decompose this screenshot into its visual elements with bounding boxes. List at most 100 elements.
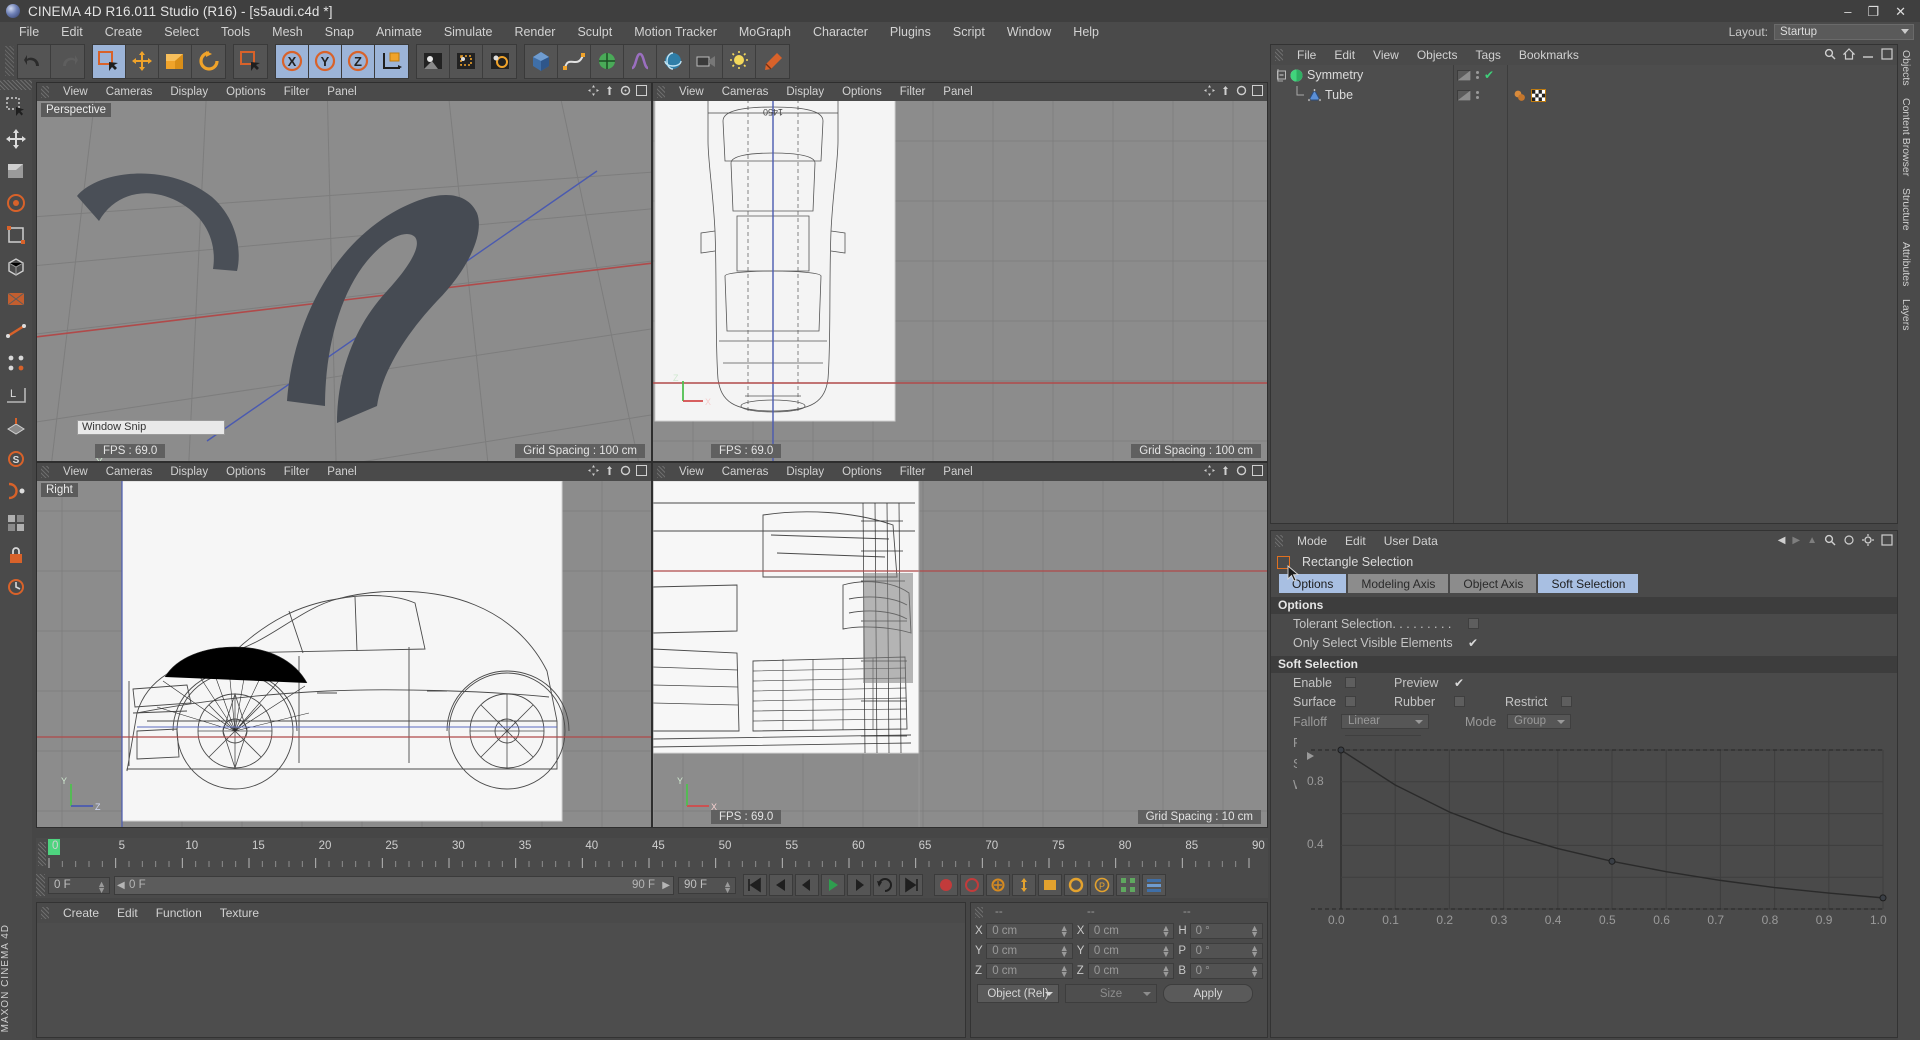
viewport-menu-display[interactable]: Display	[161, 466, 217, 478]
end-frame-field[interactable]: 90 F ▲ ▼	[678, 876, 736, 894]
render-region-button[interactable]	[450, 44, 483, 78]
render-settings-button[interactable]	[483, 44, 516, 78]
surface-checkbox[interactable]	[1345, 696, 1356, 707]
viewport-grip[interactable]	[41, 86, 49, 98]
current-frame-field[interactable]: 0 F ▲ ▼	[48, 876, 110, 894]
spinner-icon[interactable]: ▲▼	[1060, 924, 1069, 939]
lock-icon-button[interactable]	[0, 539, 31, 570]
viewport-menu-options[interactable]: Options	[217, 466, 275, 478]
viewport-menu-cameras[interactable]: Cameras	[713, 466, 778, 478]
search-icon[interactable]	[1824, 534, 1836, 546]
autokeying-button[interactable]	[960, 874, 984, 896]
menu-item-render[interactable]: Render	[503, 22, 566, 42]
gear-icon[interactable]	[1862, 534, 1874, 546]
home-icon[interactable]	[1843, 48, 1855, 60]
workplane-mode[interactable]	[0, 411, 31, 442]
live-selection-button[interactable]	[234, 44, 267, 78]
viewport-menu-view[interactable]: View	[670, 86, 713, 98]
add-cube-button[interactable]	[525, 44, 558, 78]
enable-axis[interactable]: S	[0, 443, 31, 474]
viewport-menu-panel[interactable]: Panel	[934, 466, 981, 478]
play-forward-button[interactable]	[821, 874, 845, 896]
dock-tab-layers[interactable]: Layers	[1898, 293, 1914, 337]
scale-tool[interactable]	[0, 155, 31, 186]
menu-item-file[interactable]: File	[8, 22, 50, 42]
front-viewport[interactable]: View Cameras Display Options Filter Pane…	[652, 462, 1268, 828]
scale-tool-button[interactable]	[159, 44, 192, 78]
attribute-manager-grip[interactable]	[1275, 535, 1283, 547]
viewport-grip[interactable]	[41, 466, 49, 478]
top-viewport-canvas[interactable]: 1450 Z X FPS : 69.0 Grid Spacing : 100 c…	[653, 101, 1267, 461]
visibility-dots-icon[interactable]	[1476, 91, 1479, 99]
tolerant-selection-row[interactable]: Tolerant Selection. . . . . . . . .	[1271, 614, 1897, 633]
attribute-tab-object-axis[interactable]: Object Axis	[1450, 574, 1537, 593]
redo-button[interactable]	[51, 44, 84, 78]
object-menu-view[interactable]: View	[1364, 48, 1408, 62]
viewport-menu-view[interactable]: View	[670, 466, 713, 478]
object-row[interactable]: Symmetry ✔	[1271, 65, 1897, 85]
viewport-grip[interactable]	[657, 86, 665, 98]
add-camera-button[interactable]	[690, 44, 723, 78]
menu-item-window[interactable]: Window	[996, 22, 1062, 42]
rotation-key-button[interactable]	[1064, 874, 1088, 896]
goto-start-button[interactable]	[743, 874, 767, 896]
object-menu-tags[interactable]: Tags	[1467, 48, 1510, 62]
record-active-objects-button[interactable]	[934, 874, 958, 896]
menu-item-mesh[interactable]: Mesh	[261, 22, 314, 42]
object-manager-grip[interactable]	[1275, 49, 1283, 61]
attribute-tab-modeling-axis[interactable]: Modeling Axis	[1348, 574, 1449, 593]
menu-item-edit[interactable]: Edit	[50, 22, 94, 42]
falloff-spline-graph[interactable]: 0.8 0.4 0.0 0.1 0.2 0.3 0.4 0.5 0.6 0.7 0.8 0.9 1.0	[1297, 736, 1893, 946]
spinner-icon[interactable]: ▲▼	[1250, 964, 1259, 979]
enable-snap[interactable]	[0, 475, 31, 506]
falloff-dropdown[interactable]: Linear	[1341, 714, 1429, 729]
visibility-toggle-icon[interactable]	[1457, 89, 1471, 101]
viewport-menu-cameras[interactable]: Cameras	[713, 86, 778, 98]
viewport-menu-display[interactable]: Display	[777, 466, 833, 478]
select-tool-button[interactable]	[93, 44, 126, 78]
position-field[interactable]: 0 cm ▲ ▼	[986, 943, 1073, 959]
preview-checkbox[interactable]: ✔	[1454, 676, 1464, 690]
model-mode[interactable]	[0, 219, 31, 250]
perspective-viewport[interactable]: View Cameras Display Options Filter Pane…	[36, 82, 652, 462]
maximize-panel-icon[interactable]	[1881, 534, 1893, 546]
viewport-menu-panel[interactable]: Panel	[318, 86, 365, 98]
lock-z-button[interactable]: Z	[342, 44, 375, 78]
point-level-animation-button[interactable]	[1116, 874, 1140, 896]
maximize-panel-icon[interactable]	[1881, 48, 1893, 60]
up-arrow-icon[interactable]: ▲	[1807, 535, 1817, 546]
undo-button[interactable]	[18, 44, 51, 78]
material-menu-create[interactable]: Create	[54, 906, 108, 920]
rotation-field[interactable]: 0 ° ▲ ▼	[1189, 963, 1263, 979]
spinner-icon[interactable]: ▲▼	[723, 879, 732, 894]
apply-button[interactable]: Apply	[1163, 984, 1253, 1003]
add-environment-button[interactable]	[657, 44, 690, 78]
material-tag-icon[interactable]	[1513, 89, 1527, 102]
menu-item-mograph[interactable]: MoGraph	[728, 22, 802, 42]
object-enabled-check-icon[interactable]: ✔	[1484, 68, 1494, 82]
right-viewport[interactable]: View Cameras Display Options Filter Pane…	[36, 462, 652, 828]
right-viewport-canvas[interactable]: Y Z Right	[37, 481, 651, 827]
timeline-grip[interactable]	[38, 842, 46, 866]
viewport-menu-view[interactable]: View	[54, 86, 97, 98]
menu-item-script[interactable]: Script	[942, 22, 996, 42]
timeline-ruler[interactable]: 0 5 10 15 20 25 30 35 40 45 50 55 60 65 70 75 80 85 90	[36, 838, 1268, 872]
viewport-menu-filter[interactable]: Filter	[275, 86, 319, 98]
rotation-field[interactable]: 0 ° ▲ ▼	[1189, 923, 1263, 939]
add-deformer-button[interactable]	[624, 44, 657, 78]
viewport-menu-options[interactable]: Options	[833, 466, 891, 478]
point-mode[interactable]	[0, 347, 31, 378]
toolbar-grip[interactable]	[5, 46, 14, 76]
spinner-icon[interactable]: ▲▼	[1161, 924, 1170, 939]
object-mode[interactable]	[0, 251, 31, 282]
rubber-checkbox[interactable]	[1454, 696, 1465, 707]
expand-collapse-icon[interactable]	[1277, 66, 1288, 84]
material-menu-texture[interactable]: Texture	[211, 906, 268, 920]
viewport-menu-filter[interactable]: Filter	[891, 466, 935, 478]
viewport-menu-options[interactable]: Options	[833, 86, 891, 98]
polygon-mode[interactable]	[0, 283, 31, 314]
mode-dropdown[interactable]: Group	[1507, 714, 1571, 729]
menu-item-sculpt[interactable]: Sculpt	[566, 22, 623, 42]
size-field[interactable]: 0 cm ▲ ▼	[1087, 923, 1175, 939]
material-manager[interactable]: Create Edit Function Texture	[36, 902, 966, 1038]
